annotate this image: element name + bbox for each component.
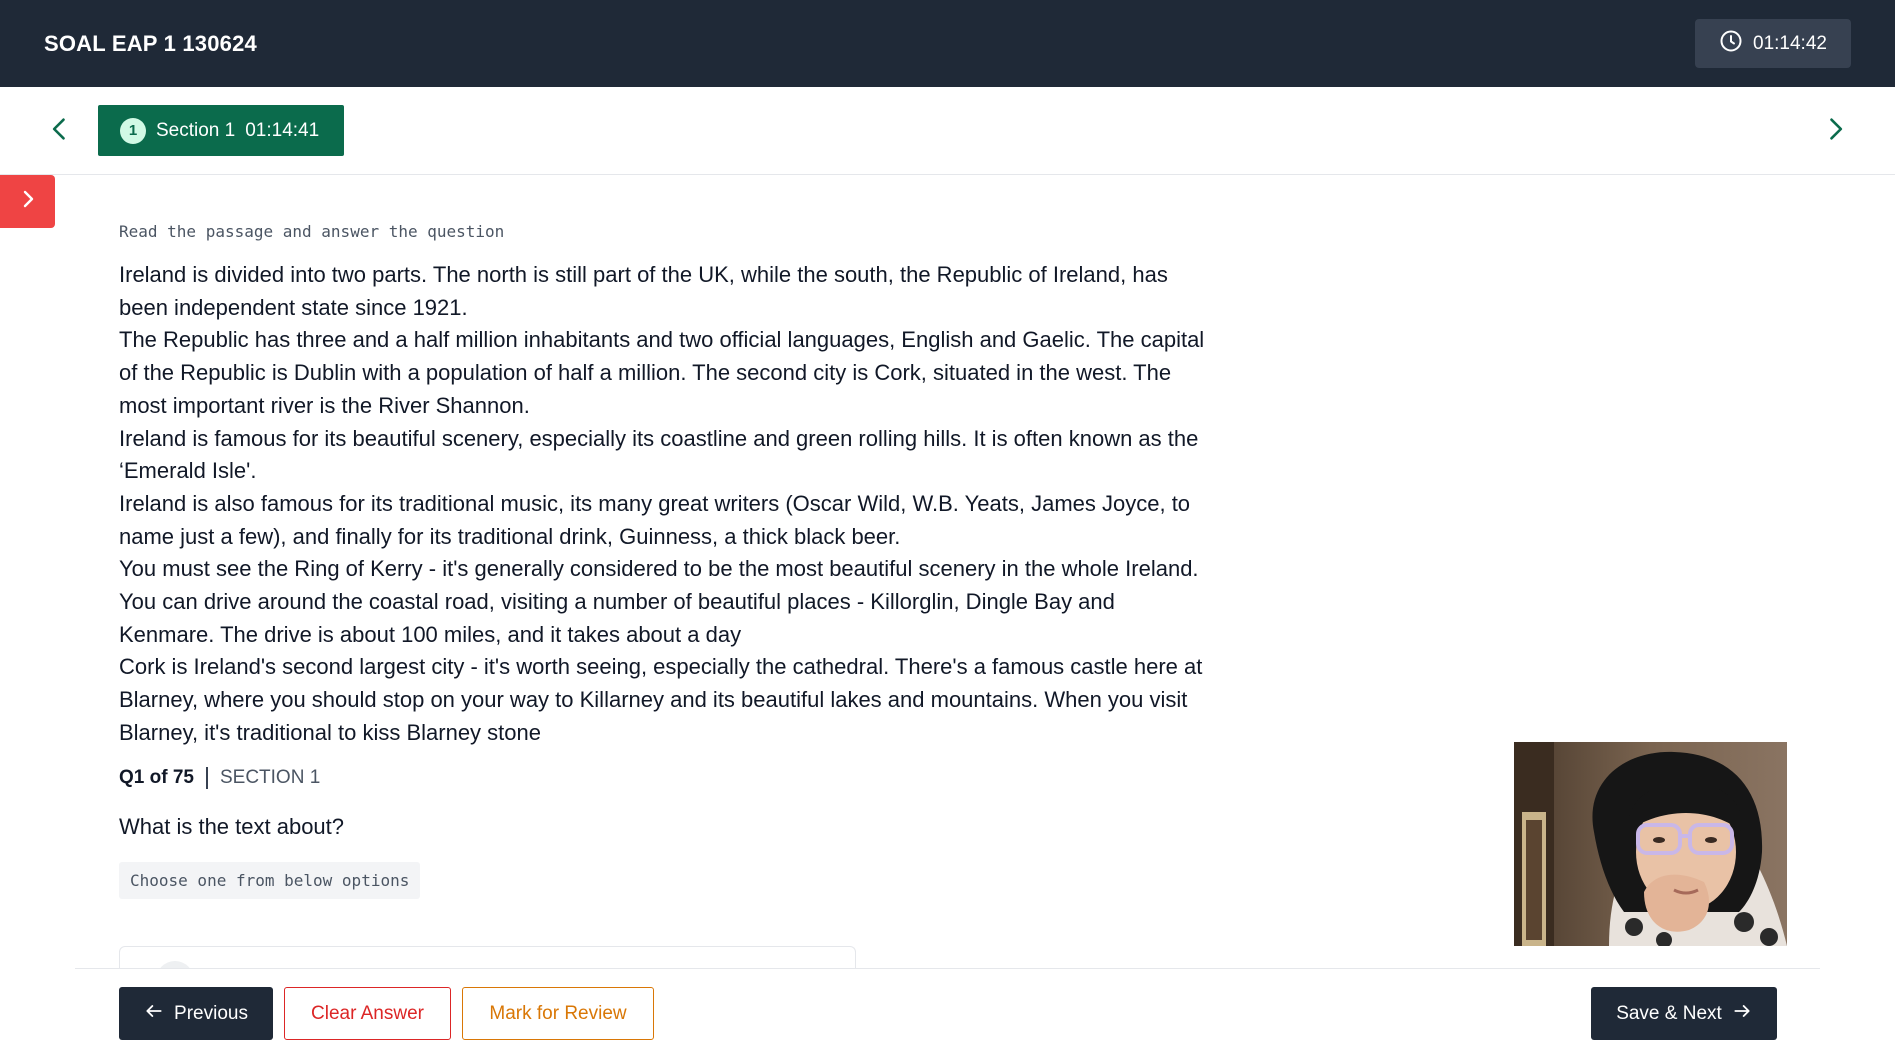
question-content: Read the passage and answer the question… [119, 222, 1209, 899]
question-text: What is the text about? [119, 813, 345, 839]
exam-title: SOAL EAP 1 130624 [44, 30, 257, 56]
question-number: Q1 of 75 [119, 766, 194, 788]
question-panel-toggle[interactable] [0, 175, 55, 228]
app-header: SOAL EAP 1 130624 01:14:42 [0, 0, 1895, 87]
tab-section-1[interactable]: 1 Section 1 01:14:41 [98, 105, 344, 156]
exam-timer-value: 01:14:42 [1753, 32, 1827, 54]
exam-timer: 01:14:42 [1695, 19, 1851, 68]
passage-paragraph: Ireland is famous for its beautiful scen… [119, 425, 1199, 484]
save-next-label: Save & Next [1616, 1002, 1722, 1024]
section-next-button[interactable] [1819, 115, 1851, 147]
section-tab-timer: 01:14:41 [245, 119, 320, 141]
chevron-right-icon [1821, 115, 1849, 148]
previous-button[interactable]: Previous [119, 987, 273, 1040]
passage-paragraph: You must see the Ring of Kerry - it's ge… [119, 556, 1199, 647]
reading-passage: Ireland is divided into two parts. The n… [119, 259, 1209, 750]
meta-divider [205, 766, 208, 789]
question-section: SECTION 1 [219, 766, 321, 788]
question-meta: Q1 of 75 SECTION 1 [119, 764, 1209, 792]
passage-instruction: Read the passage and answer the question [119, 222, 505, 241]
mark-for-review-button[interactable]: Mark for Review [462, 987, 654, 1040]
previous-label: Previous [174, 1002, 248, 1024]
passage-paragraph: Cork is Ireland's second largest city - … [119, 654, 1203, 745]
section-tab-label: Section 1 [156, 119, 236, 141]
arrow-right-icon [1732, 1001, 1752, 1027]
save-and-next-button[interactable]: Save & Next [1591, 987, 1777, 1040]
clock-icon [1719, 29, 1743, 59]
arrow-left-icon [144, 1001, 164, 1027]
section-bar: 1 Section 1 01:14:41 [0, 87, 1895, 175]
chevron-right-icon [16, 187, 40, 216]
chevron-left-icon [46, 115, 74, 148]
section-prev-button[interactable] [44, 115, 76, 147]
clear-answer-button[interactable]: Clear Answer [284, 987, 451, 1040]
passage-paragraph: The Republic has three and a half millio… [119, 327, 1205, 418]
choose-hint: Choose one from below options [119, 861, 421, 899]
webcam-image [1514, 742, 1787, 946]
webcam-preview [1514, 742, 1787, 946]
passage-paragraph: Ireland is also famous for its tradition… [119, 490, 1191, 549]
action-bar: Previous Clear Answer Mark for Review Sa… [75, 968, 1820, 1054]
passage-paragraph: Ireland is divided into two parts. The n… [119, 262, 1168, 320]
section-number-badge: 1 [120, 117, 146, 144]
answer-option[interactable] [119, 946, 856, 999]
